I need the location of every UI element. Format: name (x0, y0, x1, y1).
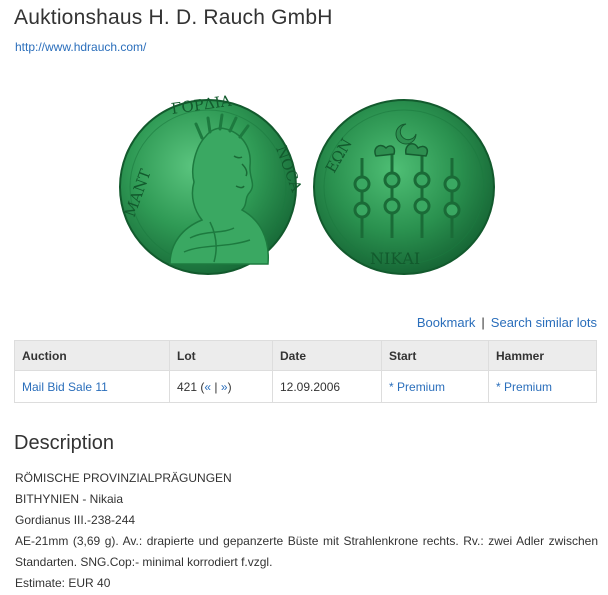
bookmark-link[interactable]: Bookmark (417, 315, 476, 330)
description-body: RÖMISCHE PROVINZIALPRÄGUNGEN BITHYNIEN -… (15, 468, 598, 594)
column-header-hammer: Hammer (488, 340, 597, 371)
auction-link[interactable]: Mail Bid Sale 11 (22, 380, 108, 394)
lot-number: 421 (177, 379, 198, 394)
next-lot-link[interactable]: » (221, 380, 228, 394)
auction-house-website-link[interactable]: http://www.hdrauch.com/ (15, 40, 146, 54)
description-ruler: Gordianus III.-238-244 (15, 513, 136, 527)
description-heading: Description (14, 432, 115, 454)
description-estimate: Estimate: EUR 40 (15, 576, 111, 590)
lot-actions: Bookmark | Search similar lots (417, 315, 597, 330)
description-category: RÖMISCHE PROVINZIALPRÄGUNGEN (15, 471, 232, 485)
start-cell: * Premium (381, 370, 489, 403)
table-header-row: Auction Lot Date Start Hammer (14, 340, 597, 371)
column-header-date: Date (272, 340, 382, 371)
column-header-lot: Lot (169, 340, 273, 371)
description-region: BITHYNIEN - Nikaia (15, 492, 124, 506)
start-asterisk: * (389, 379, 394, 394)
column-header-start: Start (381, 340, 489, 371)
coin-photo: ΜΑΝΤ ΓΟΡΔΙΑ ΝΟCΑ ΝΙΚΑΙ ΕΩΝ (110, 88, 500, 286)
actions-separator: | (481, 315, 485, 330)
lot-nav-close: ) (227, 379, 232, 394)
search-similar-lots-link[interactable]: Search similar lots (491, 315, 597, 330)
coin-obverse: ΜΑΝΤ ΓΟΡΔΙΑ ΝΟCΑ (119, 92, 306, 275)
hammer-asterisk: * (496, 379, 501, 394)
lot-info-table: Auction Lot Date Start Hammer Mail Bid S… (14, 340, 597, 403)
coin-reverse: ΝΙΚΑΙ ΕΩΝ (313, 99, 495, 275)
previous-lot-link[interactable]: « (204, 380, 211, 394)
lot-cell: 421 (« | ») (169, 370, 273, 403)
svg-text:ΝΙΚΑΙ: ΝΙΚΑΙ (370, 249, 420, 268)
date-cell: 12.09.2006 (272, 370, 382, 403)
hammer-premium-link[interactable]: Premium (504, 380, 552, 394)
description-details: AE-21mm (3,69 g). Av.: drapierte und gep… (15, 534, 598, 569)
page-title: Auktionshaus H. D. Rauch GmbH (14, 6, 333, 29)
lot-nav-separator: | (214, 379, 218, 394)
column-header-auction: Auction (14, 340, 170, 371)
table-row: Mail Bid Sale 11 421 (« | ») 12.09.2006 … (14, 370, 597, 403)
start-premium-link[interactable]: Premium (397, 380, 445, 394)
auction-cell: Mail Bid Sale 11 (14, 370, 170, 403)
hammer-cell: * Premium (488, 370, 597, 403)
